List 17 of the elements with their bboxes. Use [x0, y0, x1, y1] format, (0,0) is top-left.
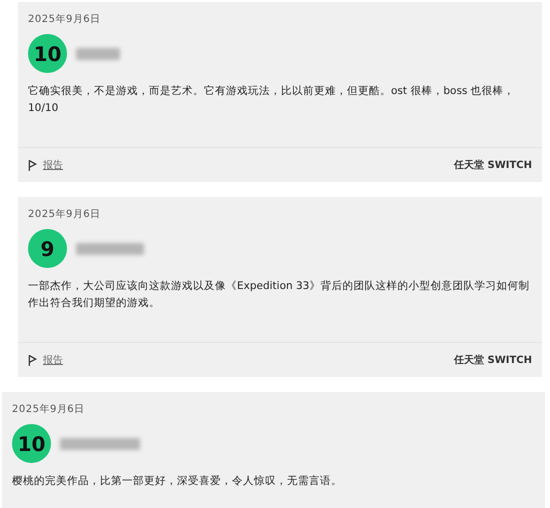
review-date: 2025年9月6日	[12, 403, 86, 416]
blurred-username	[76, 242, 144, 254]
score-badge: 10	[28, 34, 67, 73]
report-link[interactable]: 报告	[43, 158, 63, 172]
platform-label: 任天堂 SWITCH	[454, 158, 532, 172]
review-text: 樱桃的完美作品，比第一部更好，深受喜爱，令人惊叹，无需言语。	[12, 474, 343, 489]
review-date: 2025年9月6日	[28, 13, 102, 26]
review-text: 一部杰作，大公司应该向这款游戏以及像《Expedition 33》背后的团队这样的小型创意团队学习如何制作出符合我们期望的游戏。	[28, 279, 530, 311]
flag-icon	[28, 158, 37, 172]
review-text: 它确实很美，不是游戏，而是艺术。它有游戏玩法，比以前更难，但更酷。ost 很棒，boss 也很棒，10/10	[28, 84, 516, 116]
score-badge: 10	[12, 424, 51, 463]
score-badge: 9	[28, 229, 67, 268]
platform-label: 任天堂 SWITCH	[454, 354, 532, 367]
blurred-username	[76, 48, 120, 60]
flag-icon	[28, 354, 37, 366]
report-link[interactable]: 报告	[43, 353, 63, 367]
review-date: 2025年9月6日	[28, 208, 102, 221]
